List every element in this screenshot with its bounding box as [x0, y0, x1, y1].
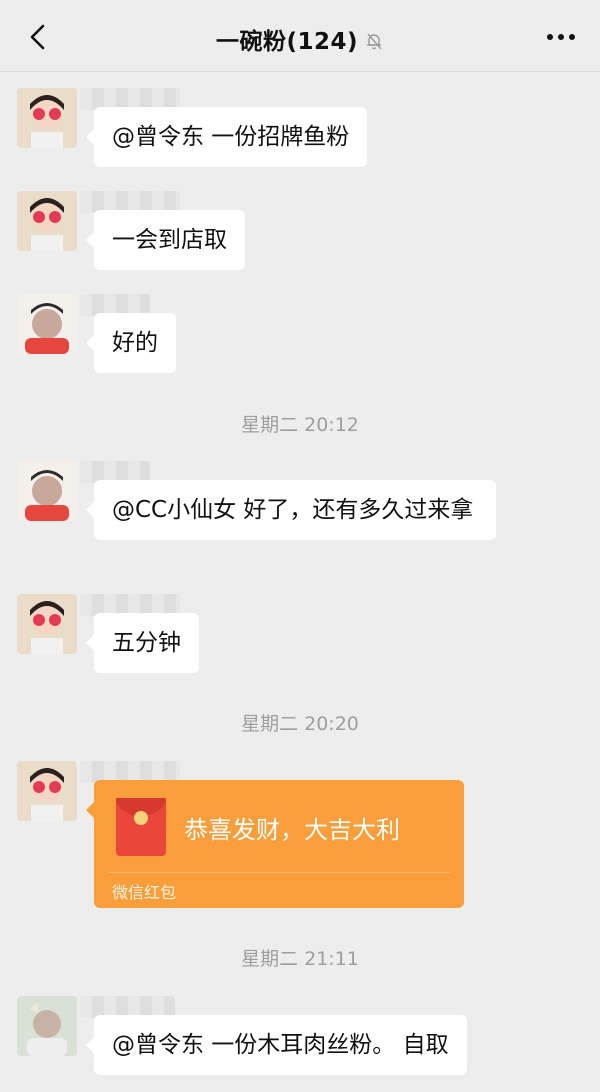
- chat-title: 一碗粉(124): [215, 29, 359, 55]
- avatar[interactable]: [17, 88, 77, 148]
- message-text: @CC小仙女 好了，还有多久过来拿: [112, 497, 474, 523]
- bell-off-icon: [364, 31, 384, 51]
- message-text: 五分钟: [112, 630, 181, 656]
- message-text: 一会到店取: [112, 227, 227, 253]
- avatar[interactable]: [17, 761, 77, 821]
- coin-icon: [134, 811, 148, 825]
- message-bubble[interactable]: @CC小仙女 好了，还有多久过来拿: [86, 480, 496, 540]
- message-bubble[interactable]: @曾令东 一份木耳肉丝粉。 自取: [86, 1015, 467, 1075]
- message-bubble[interactable]: 一会到店取: [86, 210, 245, 270]
- avatar[interactable]: [17, 191, 77, 251]
- chat-title-wrap: 一碗粉(124): [0, 22, 600, 56]
- nav-bar: 一碗粉(124): [0, 0, 600, 72]
- avatar[interactable]: [17, 996, 77, 1056]
- timestamp: 星期二 20:20: [241, 713, 359, 735]
- red-envelope-icon: [116, 798, 166, 856]
- red-packet-greeting: 恭喜发财，大吉大利: [184, 816, 400, 844]
- timestamp: 星期二 21:11: [241, 948, 359, 970]
- timestamp: 星期二 20:12: [241, 414, 359, 436]
- message-text: @曾令东 一份招牌鱼粉: [112, 124, 350, 150]
- avatar[interactable]: [17, 594, 77, 654]
- avatar[interactable]: [17, 461, 77, 521]
- avatar[interactable]: [17, 294, 77, 354]
- message-bubble[interactable]: @曾令东 一份招牌鱼粉: [85, 107, 368, 167]
- more-horizontal-icon[interactable]: [544, 24, 578, 50]
- message-text: 好的: [112, 330, 158, 356]
- red-packet-label: 微信红包: [112, 883, 177, 902]
- message-bubble[interactable]: 好的: [86, 313, 176, 373]
- red-packet-card[interactable]: 恭喜发财，大吉大利 微信红包: [86, 780, 464, 908]
- message-bubble[interactable]: 五分钟: [86, 613, 199, 673]
- red-packet-divider: [108, 872, 450, 873]
- message-text: @曾令东 一份木耳肉丝粉。 自取: [112, 1032, 449, 1058]
